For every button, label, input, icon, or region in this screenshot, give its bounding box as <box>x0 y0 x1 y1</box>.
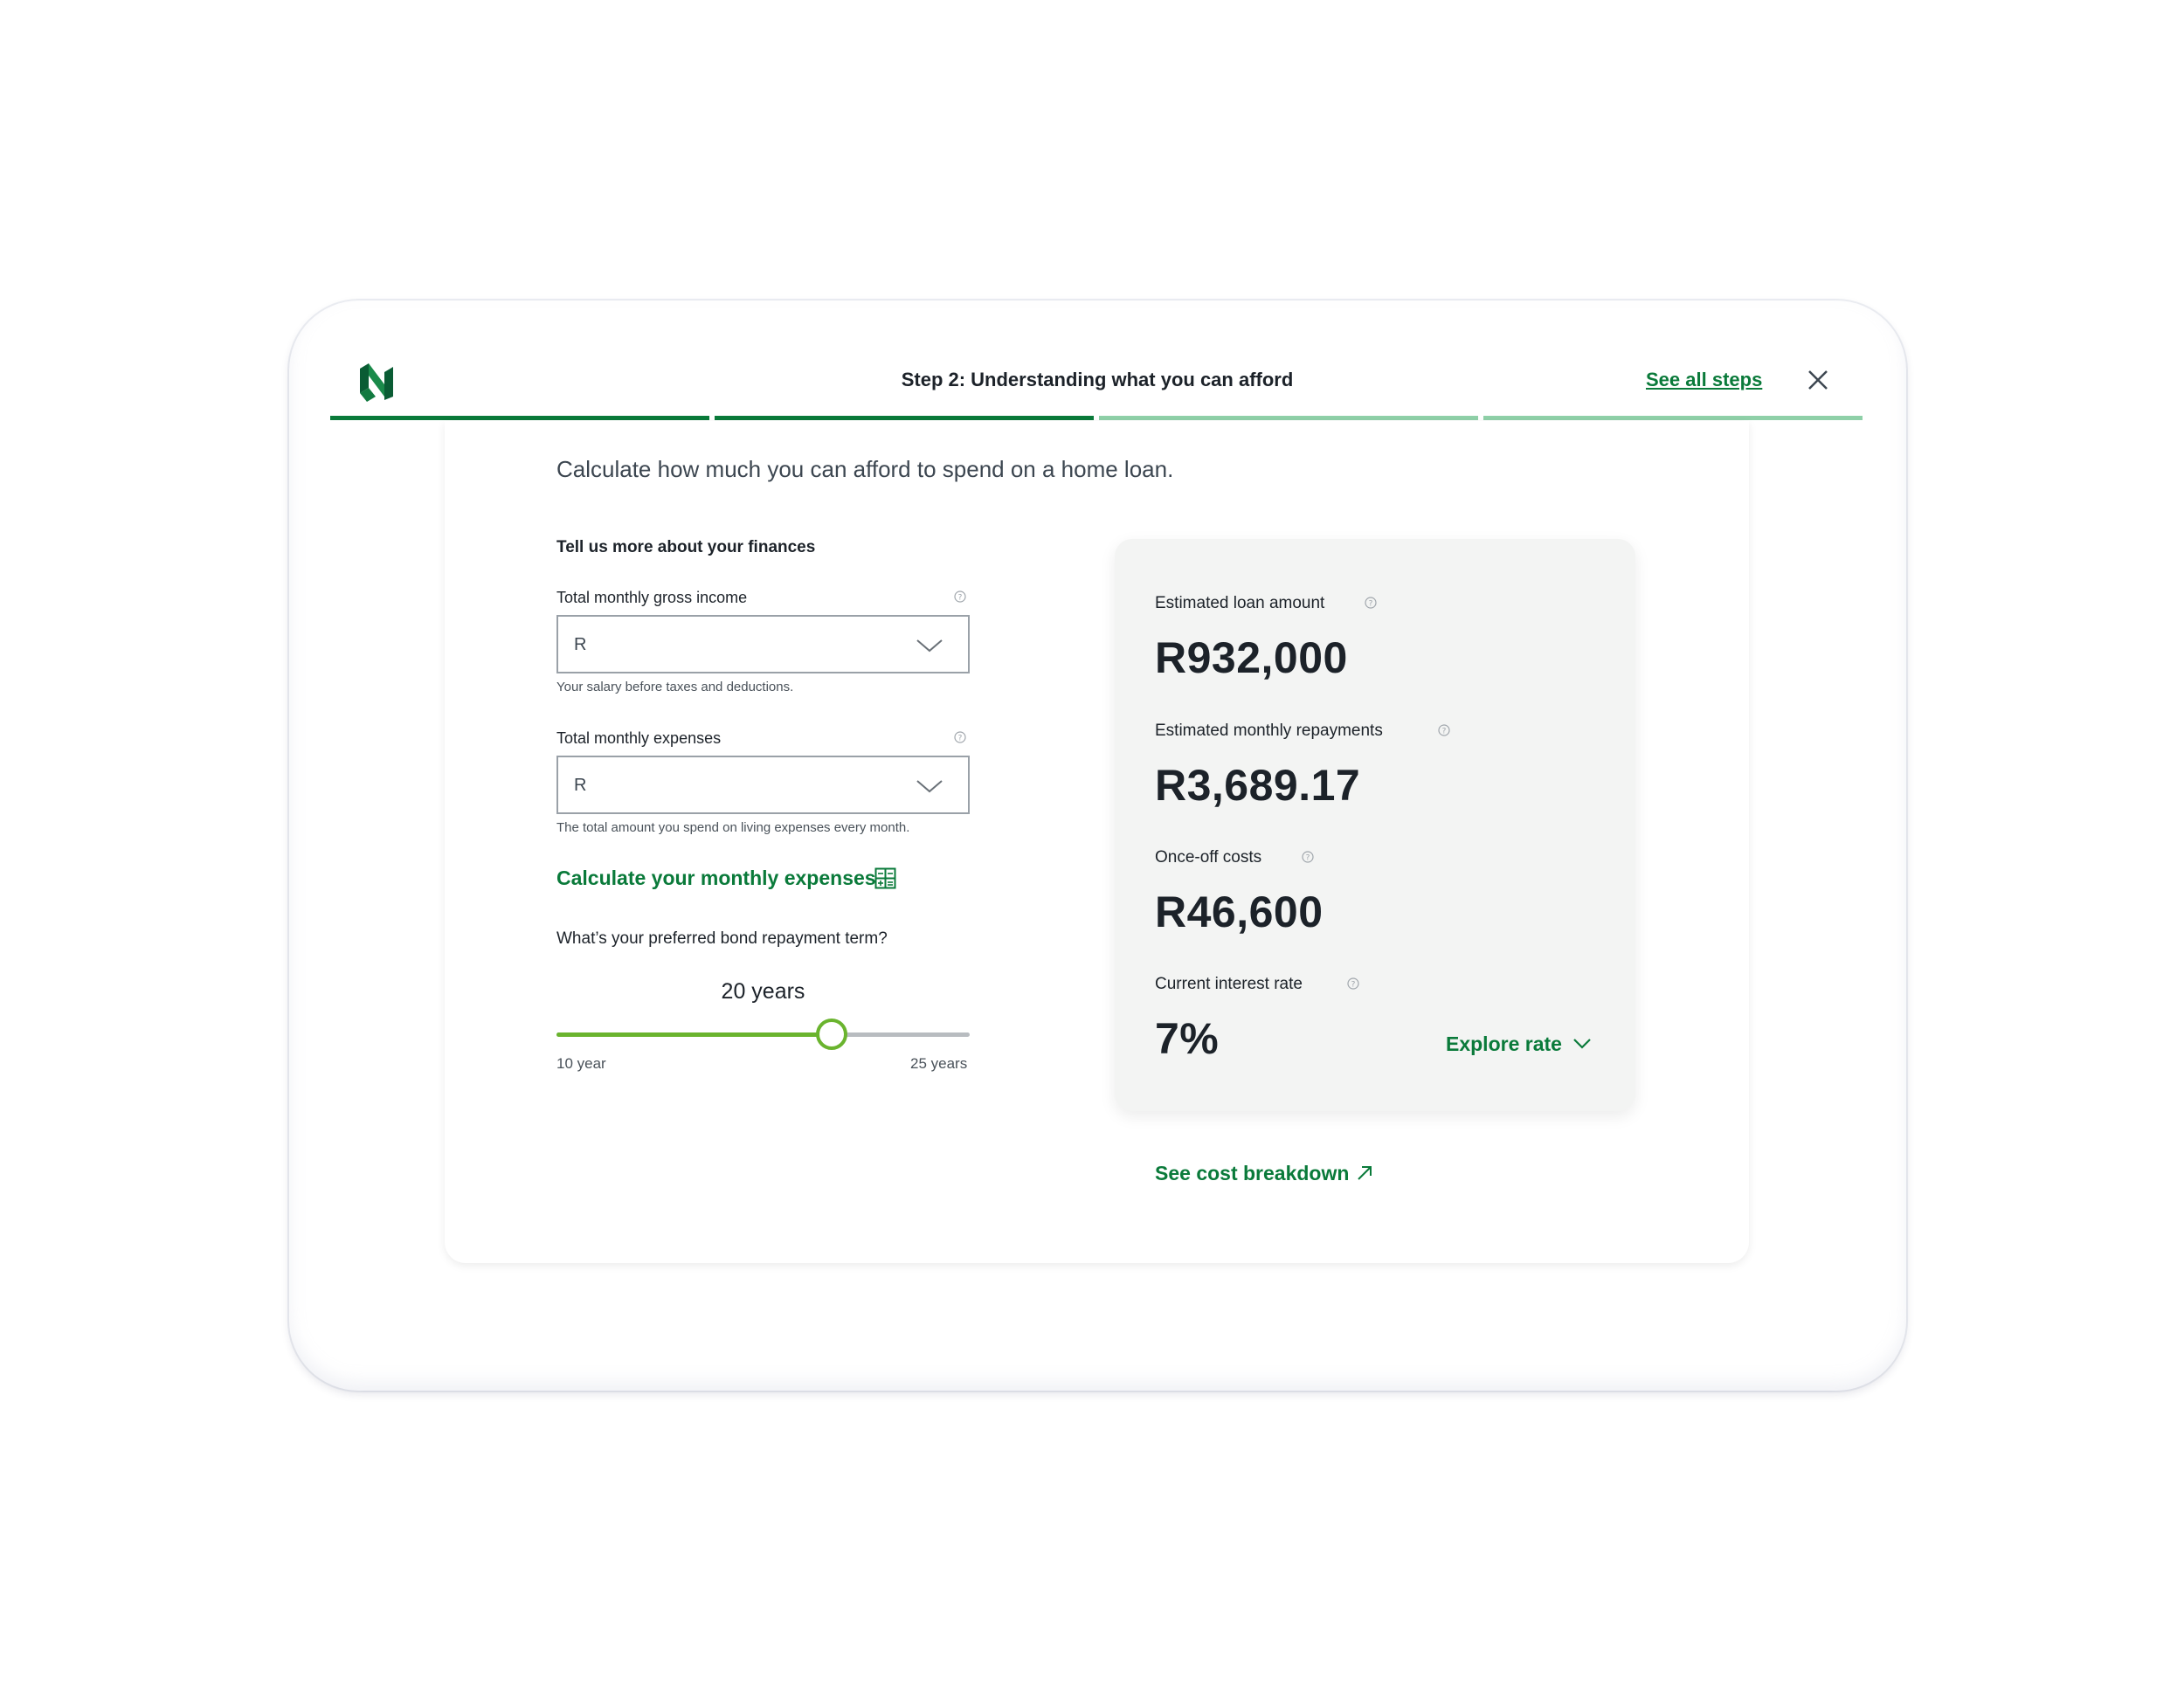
step-progress-bar <box>330 416 1864 420</box>
svg-text:?: ? <box>1306 854 1310 863</box>
income-currency-prefix: R <box>574 635 587 654</box>
chevron-down-icon <box>916 639 943 653</box>
expenses-select[interactable]: R <box>556 756 970 814</box>
progress-segment-3 <box>1099 416 1478 420</box>
slider-fill <box>556 1032 833 1037</box>
see-all-steps-link[interactable]: See all steps <box>1646 369 1762 391</box>
svg-text:?: ? <box>958 594 963 603</box>
chevron-down-icon <box>916 780 943 793</box>
calculator-icon[interactable] <box>874 867 896 889</box>
once-off-costs-value: R46,600 <box>1155 887 1324 936</box>
expenses-label: Total monthly expenses <box>556 729 722 747</box>
svg-text:?: ? <box>1442 728 1447 736</box>
help-icon[interactable]: ? <box>1438 724 1450 736</box>
expenses-currency-prefix: R <box>574 776 587 795</box>
expenses-hint: The total amount you spend on living exp… <box>556 820 910 835</box>
help-icon[interactable]: ? <box>954 590 966 603</box>
repayment-term-question: What’s your preferred bond repayment ter… <box>556 929 888 948</box>
help-icon[interactable]: ? <box>1347 977 1359 990</box>
explore-rate-button[interactable]: Explore rate <box>1446 1032 1562 1056</box>
finances-section-title: Tell us more about your finances <box>556 538 816 556</box>
close-icon[interactable] <box>1807 369 1829 391</box>
loan-amount-value: R932,000 <box>1155 633 1348 682</box>
interest-rate-value: 7% <box>1155 1014 1220 1063</box>
svg-text:?: ? <box>958 735 963 743</box>
wizard-header: Step 2: Understanding what you can affor… <box>330 349 1864 421</box>
help-icon[interactable]: ? <box>1302 851 1314 863</box>
repayment-term-value: 20 years <box>721 979 805 1004</box>
once-off-costs-label: Once-off costs <box>1155 848 1262 867</box>
slider-max-label: 25 years <box>910 1055 968 1072</box>
svg-text:?: ? <box>1369 600 1373 609</box>
income-hint: Your salary before taxes and deductions. <box>556 680 794 694</box>
loan-amount-label: Estimated loan amount <box>1155 594 1325 612</box>
interest-rate-label: Current interest rate <box>1155 975 1303 993</box>
income-label: Total monthly gross income <box>556 589 748 606</box>
monthly-repayments-label: Estimated monthly repayments <box>1155 722 1383 740</box>
see-cost-breakdown-link[interactable]: See cost breakdown <box>1155 1162 1349 1185</box>
intro-text: Calculate how much you can afford to spe… <box>556 456 1174 482</box>
calculate-expenses-link[interactable]: Calculate your monthly expenses <box>556 867 876 890</box>
progress-segment-4 <box>1483 416 1863 420</box>
help-icon[interactable]: ? <box>954 731 966 743</box>
arrow-up-right-icon[interactable] <box>1356 1164 1373 1182</box>
slider-min-label: 10 year <box>556 1055 606 1072</box>
chevron-down-icon[interactable] <box>1572 1038 1592 1050</box>
progress-segment-2 <box>715 416 1094 420</box>
svg-text:?: ? <box>1351 981 1356 990</box>
help-icon[interactable]: ? <box>1365 597 1377 609</box>
progress-segment-1 <box>330 416 709 420</box>
step-title: Step 2: Understanding what you can affor… <box>901 369 1294 390</box>
income-select[interactable]: R <box>556 615 970 673</box>
repayment-term-slider[interactable] <box>556 1019 970 1050</box>
monthly-repayments-value: R3,689.17 <box>1155 761 1361 810</box>
